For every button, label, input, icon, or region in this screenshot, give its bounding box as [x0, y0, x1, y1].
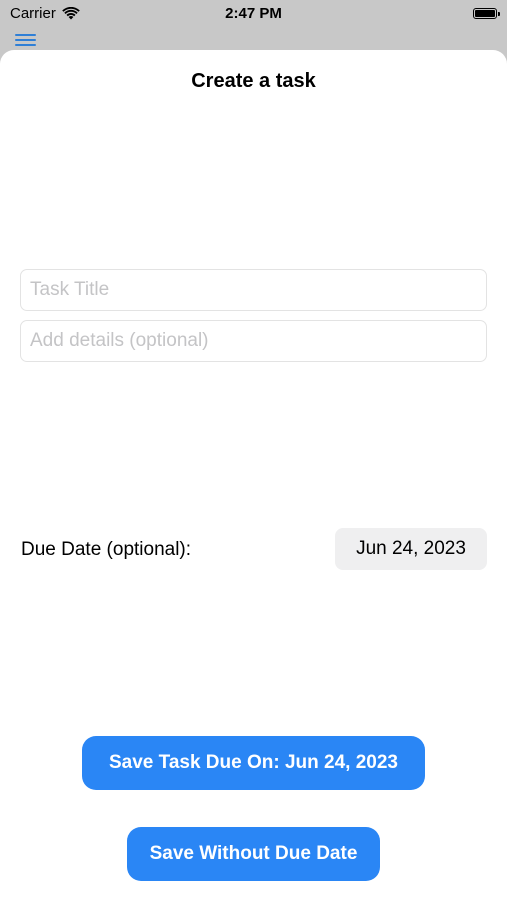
create-task-sheet: Create a task Due Date (optional): Jun 2… — [0, 50, 507, 900]
menu-line — [15, 44, 36, 46]
save-without-due-date-label: Save Without Due Date — [149, 843, 358, 864]
task-details-input[interactable] — [20, 320, 487, 362]
app-screen: Carrier 2:47 PM Create a task Due Date (… — [0, 0, 507, 900]
task-title-input[interactable] — [20, 269, 487, 311]
status-time: 2:47 PM — [225, 5, 282, 22]
save-without-due-date-button[interactable]: Save Without Due Date — [127, 827, 380, 881]
save-task-due-label: Save Task Due On: Jun 24, 2023 — [108, 752, 398, 773]
battery-fill — [475, 10, 495, 17]
hamburger-menu-icon[interactable] — [15, 34, 36, 46]
battery-icon — [473, 8, 500, 19]
due-date-label: Due Date (optional): — [21, 539, 192, 560]
menu-line — [15, 34, 36, 36]
status-bar: Carrier 2:47 PM — [0, 0, 507, 30]
menu-line — [15, 39, 36, 41]
due-date-value: Jun 24, 2023 — [356, 538, 466, 559]
save-task-due-button[interactable]: Save Task Due On: Jun 24, 2023 — [82, 736, 425, 790]
due-date-picker[interactable]: Jun 24, 2023 — [335, 528, 487, 570]
sheet-title: Create a task — [191, 70, 316, 92]
